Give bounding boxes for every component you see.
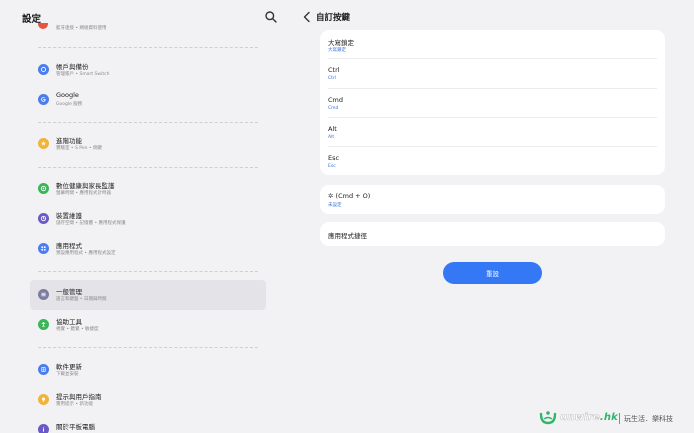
settings-item-about-tablet[interactable]: 關於平板電腦 <box>30 415 266 433</box>
general-management-icon <box>38 289 49 300</box>
reset-button[interactable]: 重設 <box>443 262 542 284</box>
key-row-value: Esc <box>328 164 336 169</box>
settings-item-title: 帳戶與備份 <box>56 63 89 71</box>
settings-item-advanced-features[interactable]: 進階功能 實驗室 • S Pen • 側鍵 <box>30 129 266 159</box>
chevron-left-icon <box>303 11 310 23</box>
custom-keys-header: 自訂按鍵 <box>296 0 694 34</box>
key-row-title: Cmd <box>328 96 343 104</box>
watermark-brand: unwire.hk <box>560 412 618 423</box>
settings-item-tips-user-guide[interactable]: 提示與用戶指南 實用提示 • 新功能 <box>30 385 266 415</box>
settings-item-title: 提示與用戶指南 <box>56 393 102 401</box>
settings-item-subtitle: 下載並安裝 <box>56 372 79 377</box>
cloud-sync-icon <box>38 64 49 75</box>
info-icon <box>38 424 49 433</box>
settings-item-title: 應用程式 <box>56 242 82 250</box>
settings-item-title: Google <box>56 91 79 99</box>
shortcut-card[interactable]: ✲ (Cmd + O) 未設定 <box>320 185 665 214</box>
back-button[interactable] <box>302 11 312 23</box>
settings-item-subtitle: 藍牙連接 • 網絡資料使用 <box>56 26 107 31</box>
settings-item-title: 協助工具 <box>56 318 82 326</box>
search-icon <box>265 11 277 23</box>
key-row-caps-lock[interactable]: 大寫鎖定 大寫鎖定 <box>320 30 665 59</box>
key-row-value: Ctrl <box>328 76 337 81</box>
app-shortcuts-card[interactable]: 應用程式捷徑 <box>320 222 665 246</box>
key-row-title: 大寫鎖定 <box>328 39 354 47</box>
apps-icon <box>38 243 49 254</box>
settings-item-accessibility[interactable]: 協助工具 視覺 • 聽覺 • 敏捷度 <box>30 310 266 340</box>
brand-tld: .hk <box>599 412 618 423</box>
settings-panel: 設定 藍牙連接 • 網絡資料使用 帳戶與備份 管理帳戶 • Smart Swit… <box>0 0 290 433</box>
settings-item-accounts-backup[interactable]: 帳戶與備份 管理帳戶 • Smart Switch <box>30 55 266 85</box>
sparkle-icon: ✲ <box>328 192 334 200</box>
key-row-value: Cmd <box>328 106 339 111</box>
settings-item-title: 軟件更新 <box>56 363 82 371</box>
shortcut-combo: (Cmd + O) <box>335 192 371 200</box>
key-row-esc[interactable]: Esc Esc <box>320 147 665 175</box>
key-row-value: Alt <box>328 135 335 140</box>
shortcut-title: ✲ (Cmd + O) <box>328 192 370 200</box>
key-row-title: Ctrl <box>328 66 340 74</box>
key-row-value: 大寫鎖定 <box>328 48 346 53</box>
section-divider <box>38 47 258 48</box>
settings-item-title: 數位健康與家長監護 <box>56 182 115 190</box>
settings-item-general-management[interactable]: 一般管理 語言和鍵盤 • 日期與時間 <box>30 280 266 310</box>
watermark-divider <box>619 413 620 424</box>
tips-bulb-icon <box>38 394 49 405</box>
settings-item-title: 關於平板電腦 <box>56 423 95 431</box>
settings-item-subtitle: 儲存空間 • 記憶體 • 應用程式保護 <box>56 221 126 226</box>
settings-item-subtitle: 實驗室 • S Pen • 側鍵 <box>56 146 102 151</box>
section-divider <box>38 122 258 123</box>
section-divider <box>38 347 258 348</box>
key-row-title: Esc <box>328 154 340 162</box>
settings-item-title: 裝置維護 <box>56 212 82 220</box>
settings-item-google[interactable]: Google Google 服務 <box>30 85 266 115</box>
key-row-ctrl[interactable]: Ctrl Ctrl <box>320 59 665 89</box>
settings-item-title: 一般管理 <box>56 288 82 296</box>
shortcut-value: 未設定 <box>328 203 342 208</box>
modifier-keys-card: 大寫鎖定 大寫鎖定 Ctrl Ctrl Cmd Cmd Alt Alt Esc … <box>320 30 665 175</box>
device-care-icon <box>38 213 49 224</box>
key-row-title: Alt <box>328 125 337 133</box>
key-row-alt[interactable]: Alt Alt <box>320 118 665 147</box>
unwire-logo-icon <box>539 411 557 425</box>
settings-item-subtitle: 實用提示 • 新功能 <box>56 402 94 407</box>
page-title: 自訂按鍵 <box>316 13 351 23</box>
settings-item-apps[interactable]: 應用程式 預設應用程式 • 應用程式設定 <box>30 234 266 264</box>
settings-item-subtitle: Google 服務 <box>56 102 83 107</box>
settings-item-software-update[interactable]: 軟件更新 下載並安裝 <box>30 355 266 385</box>
key-row-cmd[interactable]: Cmd Cmd <box>320 89 665 118</box>
section-divider <box>38 167 258 168</box>
app-shortcuts-title: 應用程式捷徑 <box>328 232 367 240</box>
brand-name: unwire <box>560 412 600 423</box>
settings-item-subtitle: 視覺 • 聽覺 • 敏捷度 <box>56 327 99 332</box>
section-divider <box>38 271 258 272</box>
settings-item-subtitle: 預設應用程式 • 應用程式設定 <box>56 251 116 256</box>
settings-item-subtitle: 管理帳戶 • Smart Switch <box>56 72 110 77</box>
software-update-icon <box>38 364 49 375</box>
watermark: unwire.hk 玩生活．樂科技 <box>538 408 688 428</box>
accessibility-icon <box>38 319 49 330</box>
search-button[interactable] <box>264 10 278 24</box>
app-shortcuts-row[interactable]: 應用程式捷徑 <box>320 222 665 246</box>
shortcut-row[interactable]: ✲ (Cmd + O) 未設定 <box>320 185 665 214</box>
settings-item-device-care[interactable]: 裝置維護 儲存空間 • 記憶體 • 應用程式保護 <box>30 204 266 234</box>
watermark-slogan: 玩生活．樂科技 <box>624 415 673 423</box>
google-icon <box>38 94 49 105</box>
settings-item-subtitle: 螢幕時間 • 應用程式計時器 <box>56 191 112 196</box>
star-gear-icon <box>38 138 49 149</box>
settings-item-digital-wellbeing[interactable]: 數位健康與家長監護 螢幕時間 • 應用程式計時器 <box>30 174 266 204</box>
wellbeing-icon <box>38 183 49 194</box>
settings-item-subtitle: 語言和鍵盤 • 日期與時間 <box>56 297 107 302</box>
settings-item-title: 進階功能 <box>56 137 82 145</box>
